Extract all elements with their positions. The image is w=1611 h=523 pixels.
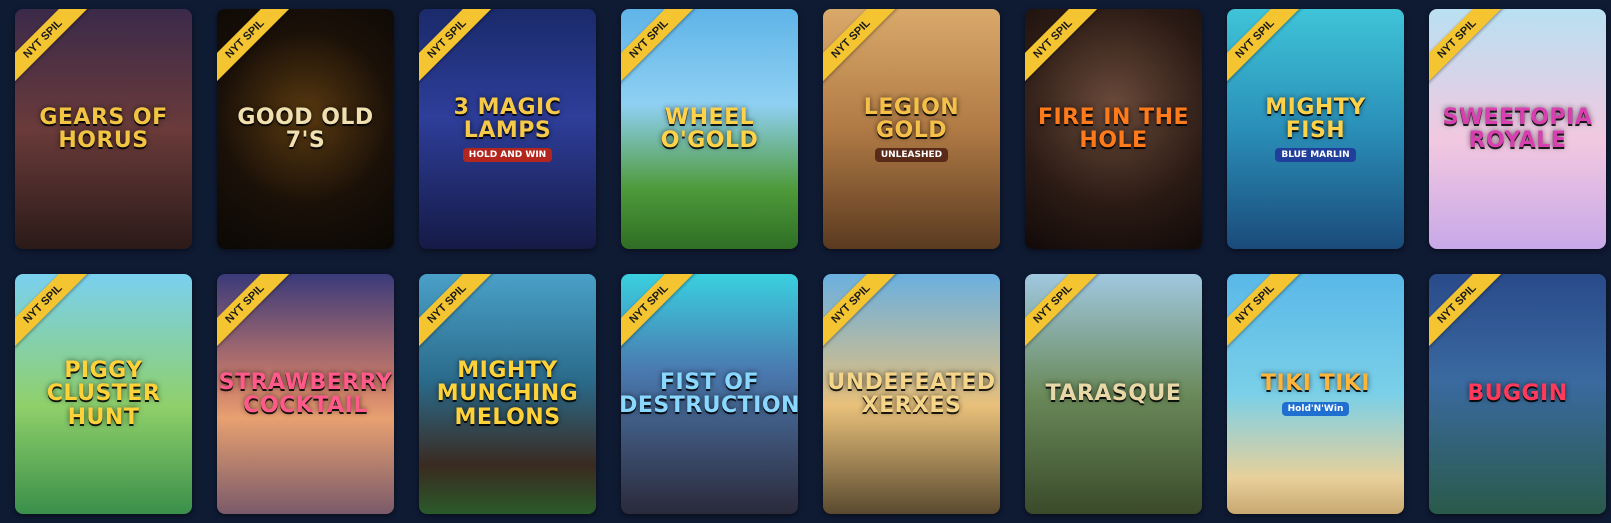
- game-title: Wheel O'Gold: [660, 104, 759, 153]
- game-artwork: Buggin: [1429, 274, 1606, 514]
- game-artwork: Legion Gold UNLEASHED: [823, 9, 1000, 249]
- game-artwork: Sweetopia Royale: [1429, 9, 1606, 249]
- game-artwork: 3 Magic Lamps HOLD AND WIN: [419, 9, 596, 249]
- game-tile-tiki-tiki[interactable]: Tiki Tiki Hold'N'Win NYT SPIL: [1227, 274, 1404, 514]
- game-tile-strawberry-cocktail[interactable]: Strawberry Cocktail NYT SPIL: [217, 274, 394, 514]
- game-tile-sweetopia-royale[interactable]: Sweetopia Royale NYT SPIL: [1429, 9, 1606, 249]
- game-artwork: Tarasque: [1025, 274, 1202, 514]
- game-tile-good-old-7s[interactable]: Good Old 7's NYT SPIL: [217, 9, 394, 249]
- game-tile-piggy-cluster-hunt[interactable]: Piggy Cluster Hunt NYT SPIL: [15, 274, 192, 514]
- game-subtitle: Hold'N'Win: [1281, 401, 1350, 416]
- game-subtitle: UNLEASHED: [874, 148, 949, 163]
- game-title: Gears of Horus: [39, 104, 168, 153]
- game-artwork: Tiki Tiki Hold'N'Win: [1227, 274, 1404, 514]
- game-tile-undefeated-xerxes[interactable]: Undefeated Xerxes NYT SPIL: [823, 274, 1000, 514]
- game-tile-mighty-fish[interactable]: Mighty Fish BLUE MARLIN NYT SPIL: [1227, 9, 1404, 249]
- game-title: Mighty Munching Melons: [436, 358, 579, 430]
- game-artwork: Gears of Horus: [15, 9, 192, 249]
- game-title: Tiki Tiki: [1260, 371, 1370, 397]
- game-tile-buggin[interactable]: Buggin NYT SPIL: [1429, 274, 1606, 514]
- game-artwork: Good Old 7's: [217, 9, 394, 249]
- game-tile-fist-of-destruction[interactable]: Fist of Destruction NYT SPIL: [621, 274, 798, 514]
- game-artwork: Fire in the Hole: [1025, 9, 1202, 249]
- game-tile-wheel-o-gold[interactable]: Wheel O'Gold NYT SPIL: [621, 9, 798, 249]
- game-title: Good Old 7's: [237, 104, 374, 153]
- game-artwork: Wheel O'Gold: [621, 9, 798, 249]
- game-title: Mighty Fish: [1265, 94, 1366, 143]
- game-artwork: Strawberry Cocktail: [217, 274, 394, 514]
- game-artwork: Mighty Munching Melons: [419, 274, 596, 514]
- game-title: Piggy Cluster Hunt: [46, 358, 161, 430]
- game-title: Tarasque: [1045, 381, 1182, 407]
- game-artwork: Piggy Cluster Hunt: [15, 274, 192, 514]
- game-title: 3 Magic Lamps: [453, 94, 562, 143]
- game-tile-3-magic-lamps[interactable]: 3 Magic Lamps HOLD AND WIN NYT SPIL: [419, 9, 596, 249]
- game-tile-legion-gold[interactable]: Legion Gold UNLEASHED NYT SPIL: [823, 9, 1000, 249]
- game-title: Buggin: [1467, 381, 1568, 407]
- game-subtitle: HOLD AND WIN: [462, 148, 553, 163]
- game-artwork: Undefeated Xerxes: [823, 274, 1000, 514]
- game-tile-gears-of-horus[interactable]: Gears of Horus NYT SPIL: [15, 9, 192, 249]
- game-grid: Gears of Horus NYT SPIL Good Old 7's NYT…: [15, 9, 1606, 514]
- game-title: Sweetopia Royale: [1442, 104, 1593, 153]
- game-tile-fire-in-the-hole[interactable]: Fire in the Hole NYT SPIL: [1025, 9, 1202, 249]
- game-title: Strawberry Cocktail: [218, 369, 393, 418]
- game-title: Fist of Destruction: [621, 369, 798, 418]
- game-title: Fire in the Hole: [1037, 104, 1190, 153]
- game-title: Undefeated Xerxes: [827, 369, 996, 418]
- game-artwork: Fist of Destruction: [621, 274, 798, 514]
- game-subtitle: BLUE MARLIN: [1275, 148, 1356, 163]
- game-artwork: Mighty Fish BLUE MARLIN: [1227, 9, 1404, 249]
- game-tile-mighty-munching-melons[interactable]: Mighty Munching Melons NYT SPIL: [419, 274, 596, 514]
- game-title: Legion Gold: [863, 94, 960, 143]
- game-tile-tarasque[interactable]: Tarasque NYT SPIL: [1025, 274, 1202, 514]
